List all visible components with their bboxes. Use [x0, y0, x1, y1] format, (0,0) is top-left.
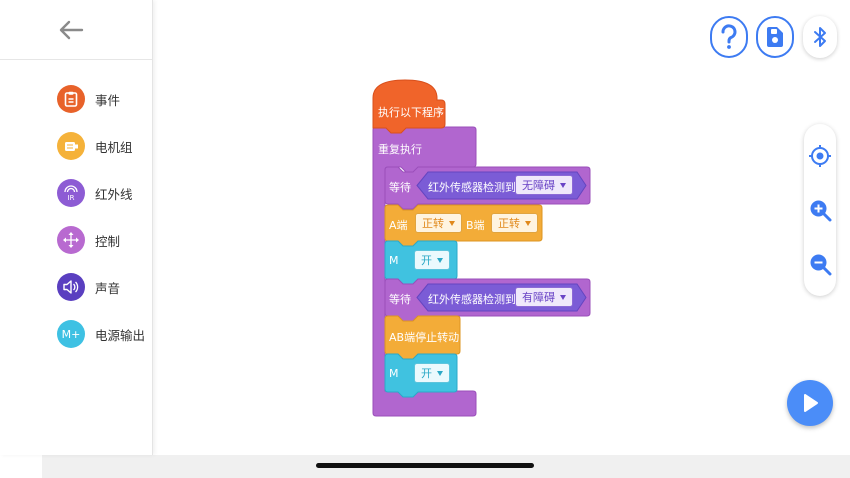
- hat-block-label[interactable]: 执行以下程序: [378, 104, 444, 120]
- chevron-down-icon: [525, 220, 531, 226]
- category-sound[interactable]: 声音: [57, 270, 120, 304]
- chevron-down-icon: [560, 294, 566, 300]
- dropdown-value: 开: [421, 367, 432, 380]
- stop-block-label[interactable]: AB端停止转动: [389, 329, 459, 345]
- category-label: 红外线: [95, 186, 133, 202]
- category-label: 声音: [95, 280, 121, 296]
- wait1-condition-dropdown[interactable]: 无障碍: [515, 175, 573, 195]
- chevron-down-icon: [437, 370, 443, 376]
- m2-state-dropdown[interactable]: 开: [414, 363, 450, 383]
- m1-state-dropdown[interactable]: 开: [414, 250, 450, 270]
- m1-label[interactable]: M: [389, 254, 399, 267]
- wait2-sensor-label[interactable]: 红外传感器检测到: [428, 291, 516, 307]
- dropdown-value: 正转: [498, 217, 520, 230]
- svg-text:IR: IR: [68, 194, 75, 202]
- back-button[interactable]: [56, 17, 86, 43]
- wait1-label[interactable]: 等待: [389, 179, 411, 195]
- chevron-down-icon: [449, 220, 455, 226]
- category-label: 控制: [95, 233, 121, 249]
- speaker-icon: [57, 273, 85, 301]
- wait2-label[interactable]: 等待: [389, 291, 411, 307]
- category-infrared[interactable]: IR 红外线: [57, 176, 133, 210]
- chevron-down-icon: [560, 182, 566, 188]
- power-output-icon: M+: [57, 320, 85, 348]
- dropdown-value: 无障碍: [522, 179, 555, 192]
- motor-a-direction-dropdown[interactable]: 正转: [415, 213, 462, 233]
- category-events[interactable]: 事件: [57, 82, 120, 116]
- sidebar-divider: [0, 59, 152, 60]
- motor-b-label[interactable]: B端: [466, 217, 485, 233]
- motor-b-direction-dropdown[interactable]: 正转: [491, 213, 538, 233]
- dropdown-value: 有障碍: [522, 291, 555, 304]
- category-label: 电源输出: [95, 327, 146, 343]
- wait2-condition-dropdown[interactable]: 有障碍: [515, 287, 573, 307]
- wait1-sensor-label[interactable]: 红外传感器检测到: [428, 179, 516, 195]
- category-power-output[interactable]: M+ 电源输出: [57, 317, 145, 351]
- motor-icon: [57, 132, 85, 160]
- infrared-icon: IR: [57, 179, 85, 207]
- category-label: 电机组: [95, 139, 133, 155]
- category-motors[interactable]: 电机组: [57, 129, 133, 163]
- clipboard-icon: [57, 85, 85, 113]
- repeat-block-label[interactable]: 重复执行: [378, 141, 422, 157]
- dropdown-value: 正转: [422, 217, 444, 230]
- category-control[interactable]: 控制: [57, 223, 120, 257]
- chevron-down-icon: [437, 257, 443, 263]
- category-label: 事件: [95, 92, 121, 108]
- category-sidebar: 事件 电机组 IR 红外线 控制 声音 M+ 电源输出: [0, 0, 153, 455]
- m2-label[interactable]: M: [389, 367, 399, 380]
- control-arrows-icon: [57, 226, 85, 254]
- back-arrow-icon: [59, 20, 84, 40]
- dropdown-value: 开: [421, 254, 432, 267]
- motor-a-label[interactable]: A端: [389, 217, 408, 233]
